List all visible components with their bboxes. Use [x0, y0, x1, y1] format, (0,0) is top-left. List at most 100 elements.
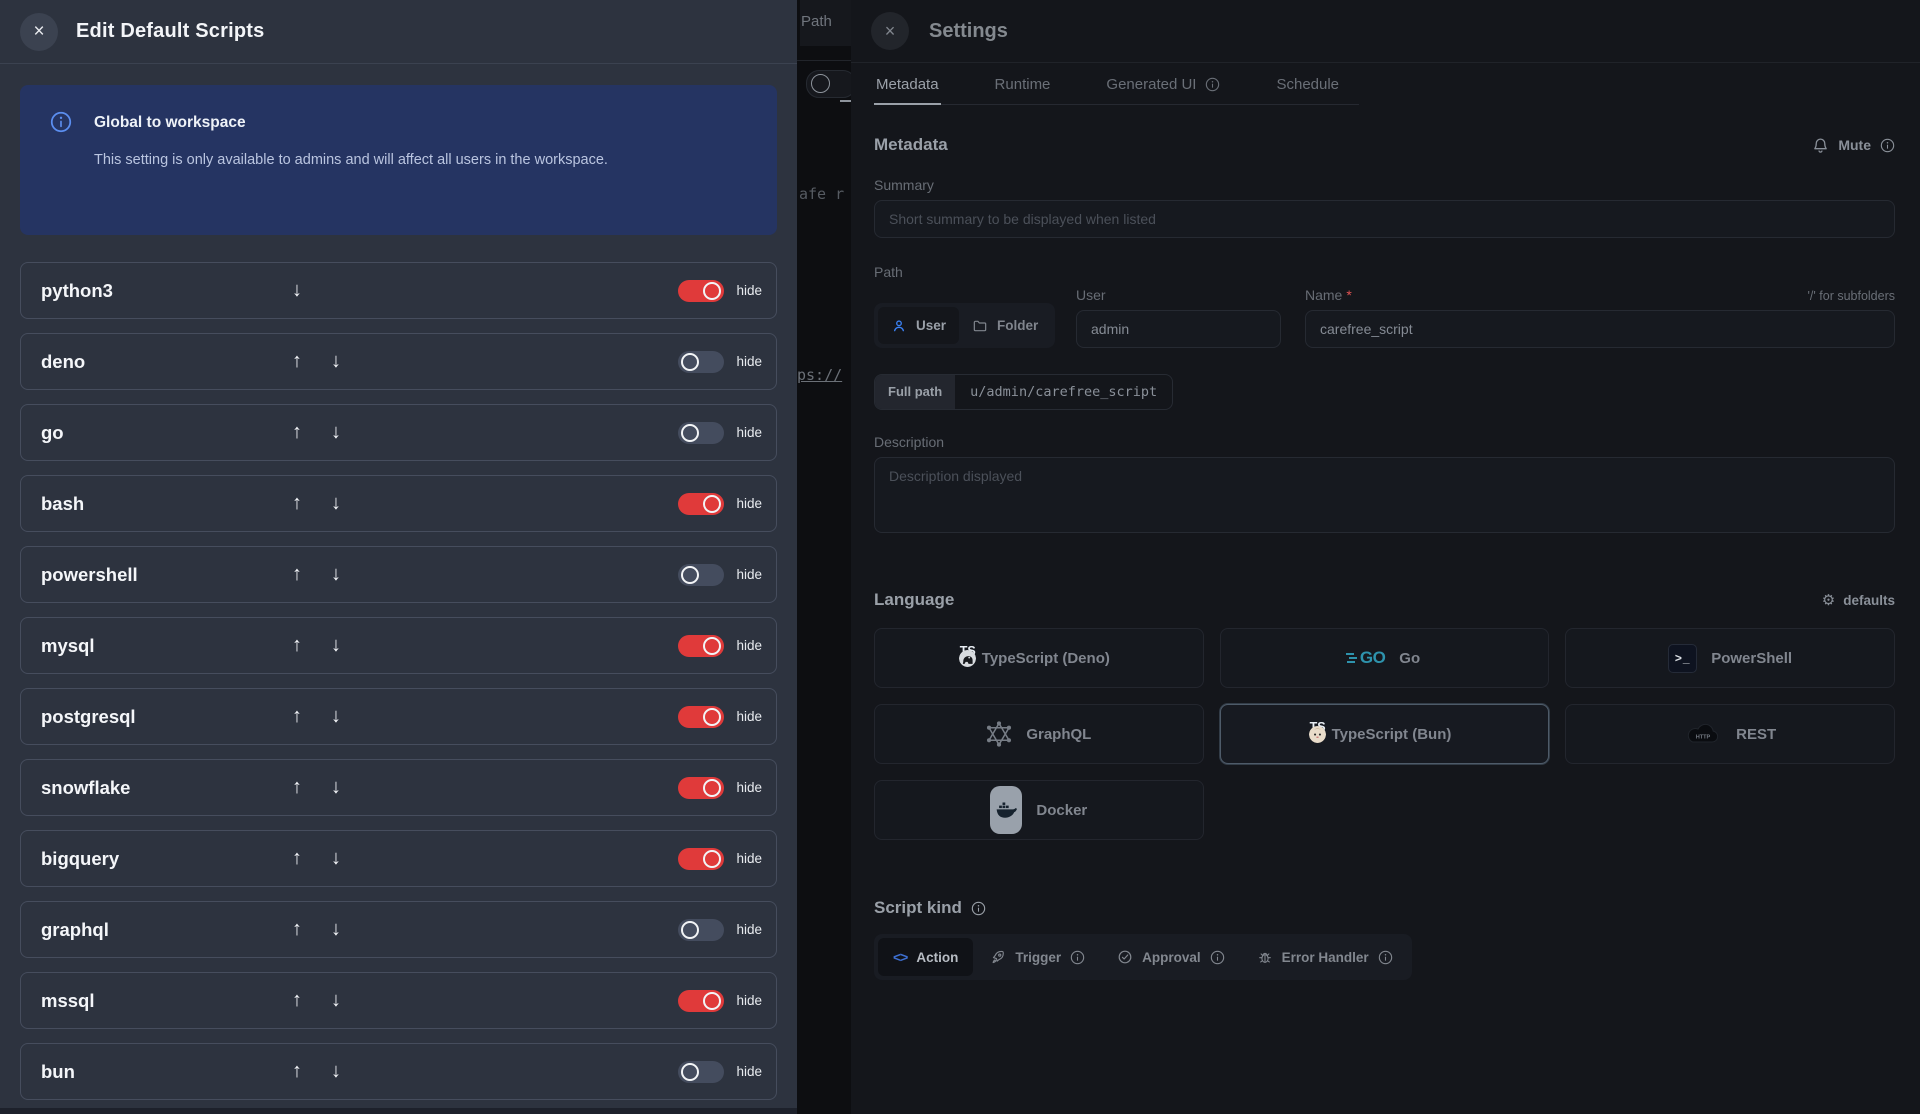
- move-down-button[interactable]: ↓: [325, 421, 347, 444]
- language-option-go[interactable]: GO Go: [1219, 628, 1550, 688]
- screen: Path afe r ps:// × Edit Default Scripts …: [0, 0, 1920, 1114]
- move-down-button[interactable]: ↓: [325, 350, 347, 373]
- script-kind-label: Error Handler: [1281, 949, 1369, 965]
- hide-toggle[interactable]: [678, 918, 725, 941]
- hide-toggle[interactable]: [678, 563, 725, 586]
- language-option-label: GraphQL: [1026, 725, 1092, 743]
- language-option-docker[interactable]: Docker: [874, 780, 1204, 840]
- hide-toggle[interactable]: [678, 705, 725, 728]
- move-up-button[interactable]: ↑: [286, 989, 308, 1012]
- graphql-icon: [986, 721, 1012, 747]
- move-down-button[interactable]: ↓: [325, 918, 347, 941]
- tab-schedule[interactable]: Schedule: [1274, 63, 1341, 105]
- move-up-button[interactable]: ↑: [286, 776, 308, 799]
- move-up-button[interactable]: ↑: [286, 634, 308, 657]
- hide-toggle[interactable]: [678, 989, 725, 1012]
- move-up-button[interactable]: ↑: [286, 847, 308, 870]
- move-down-button[interactable]: ↓: [325, 847, 347, 870]
- close-icon: ×: [884, 21, 896, 41]
- move-down-button[interactable]: ↓: [325, 492, 347, 515]
- hide-toggle[interactable]: [678, 421, 725, 444]
- script-name: deno: [41, 350, 86, 372]
- notice-text: Global to workspace This setting is only…: [94, 112, 608, 235]
- edit-default-scripts-drawer: × Edit Default Scripts Global to workspa…: [0, 0, 797, 1114]
- arrow-down-icon: ↓: [331, 1060, 341, 1082]
- description-textarea[interactable]: [874, 457, 1895, 533]
- script-name: bigquery: [41, 847, 120, 869]
- move-down-button[interactable]: ↓: [325, 563, 347, 586]
- close-button[interactable]: ×: [20, 12, 58, 51]
- script-name: mssql: [41, 989, 95, 1011]
- check-circle-icon: [1117, 949, 1133, 965]
- user-icon: [894, 319, 904, 331]
- hide-toggle[interactable]: [678, 1060, 725, 1083]
- metadata-heading-row: Metadata Mute: [874, 135, 1895, 155]
- hide-label: hide: [736, 709, 762, 724]
- hide-toggle[interactable]: [678, 776, 725, 799]
- script-name: bash: [41, 492, 85, 514]
- mute-label: Mute: [1838, 137, 1871, 153]
- move-down-button[interactable]: ↓: [325, 634, 347, 657]
- defaults-button[interactable]: ⚙ defaults: [1822, 593, 1895, 608]
- move-up-button[interactable]: ↑: [286, 421, 308, 444]
- language-option-graphql[interactable]: GraphQL: [874, 704, 1204, 764]
- powershell-icon: >_: [1668, 643, 1698, 673]
- settings-close-button[interactable]: ×: [871, 12, 909, 50]
- mute-button[interactable]: Mute: [1812, 137, 1895, 154]
- tab-metadata[interactable]: Metadata: [874, 63, 941, 105]
- hide-toggle[interactable]: [678, 279, 725, 302]
- owner-user-button[interactable]: User: [878, 307, 960, 344]
- hide-toggle[interactable]: [678, 350, 725, 373]
- script-name: bun: [41, 1060, 75, 1082]
- move-down-button[interactable]: ↓: [286, 279, 308, 302]
- language-option-powershell[interactable]: >_ PowerShell: [1565, 628, 1895, 688]
- script-row: mysql ↑ ↓ hide: [20, 617, 777, 674]
- tab-generated-ui[interactable]: Generated UI: [1104, 63, 1222, 105]
- move-down-button[interactable]: ↓: [325, 1060, 347, 1083]
- name-field-label: Name: [1305, 287, 1343, 303]
- go-icon: GO: [1348, 648, 1386, 668]
- move-down-button[interactable]: ↓: [325, 989, 347, 1012]
- full-path-label: Full path: [875, 375, 956, 409]
- hide-toggle[interactable]: [678, 847, 725, 870]
- arrow-up-icon: ↑: [292, 421, 302, 443]
- summary-input[interactable]: [874, 200, 1895, 238]
- move-down-button[interactable]: ↓: [325, 776, 347, 799]
- arrow-up-icon: ↑: [292, 563, 302, 585]
- script-row: graphql ↑ ↓ hide: [20, 901, 777, 958]
- arrow-up-icon: ↑: [292, 989, 302, 1011]
- hide-toggle[interactable]: [678, 492, 725, 515]
- admin-notice: Global to workspace This setting is only…: [20, 85, 777, 235]
- move-up-button[interactable]: ↑: [286, 350, 308, 373]
- language-option-label: Docker: [1036, 801, 1088, 819]
- script-row: bigquery ↑ ↓ hide: [20, 830, 777, 887]
- arrow-down-icon: ↓: [331, 847, 341, 869]
- script-kind-error-handler[interactable]: Error Handler: [1242, 938, 1408, 976]
- info-icon: [1205, 77, 1220, 92]
- name-input[interactable]: [1305, 310, 1895, 348]
- script-kind-trigger[interactable]: Trigger: [975, 938, 1100, 976]
- language-option-typescript-deno[interactable]: TSTypeScript (Deno): [874, 628, 1204, 688]
- hide-toggle[interactable]: [678, 634, 725, 657]
- script-row: bun ↑ ↓ hide: [20, 1043, 777, 1100]
- docker-icon: [990, 786, 1023, 834]
- script-kind-approval[interactable]: Approval: [1102, 938, 1240, 976]
- language-option-rest[interactable]: HTTP REST: [1565, 704, 1895, 764]
- script-row: powershell ↑ ↓ hide: [20, 546, 777, 603]
- settings-header: × Settings: [851, 0, 1920, 63]
- script-kind-action[interactable]: <> Action: [878, 938, 974, 976]
- language-option-typescript-bun[interactable]: TSTypeScript (Bun): [1219, 704, 1550, 764]
- info-icon: [971, 901, 986, 916]
- hide-label: hide: [736, 283, 762, 298]
- user-input[interactable]: [1076, 310, 1281, 348]
- language-option-label: TypeScript (Deno): [981, 649, 1110, 667]
- move-up-button[interactable]: ↑: [286, 918, 308, 941]
- owner-folder-button[interactable]: Folder: [959, 307, 1051, 344]
- move-up-button[interactable]: ↑: [286, 705, 308, 728]
- move-up-button[interactable]: ↑: [286, 1060, 308, 1083]
- move-down-button[interactable]: ↓: [325, 705, 347, 728]
- tab-runtime[interactable]: Runtime: [993, 63, 1053, 105]
- script-name: graphql: [41, 918, 109, 940]
- move-up-button[interactable]: ↑: [286, 563, 308, 586]
- move-up-button[interactable]: ↑: [286, 492, 308, 515]
